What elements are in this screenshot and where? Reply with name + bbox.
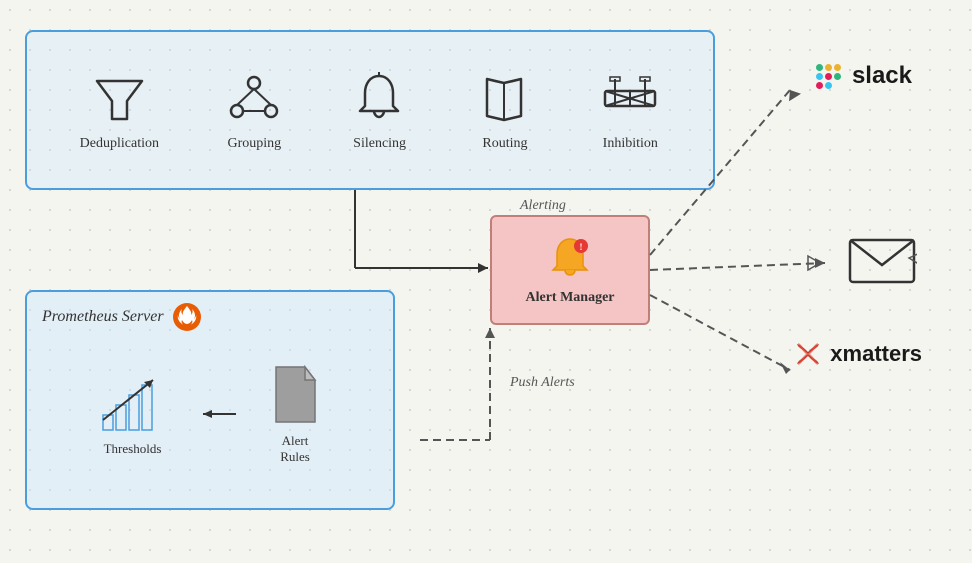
feature-routing: Routing [475,68,535,152]
inhibition-icon [600,68,660,128]
thresholds-label: Thresholds [104,441,162,457]
thresholds-chart-icon [98,370,168,435]
silencing-label: Silencing [353,136,406,152]
prometheus-box: Prometheus Server Thresholds [25,290,395,510]
feature-silencing: Silencing [350,68,410,152]
alertmanager-box: ! Alert Manager [490,215,650,325]
email-icon-svg [847,230,917,285]
prometheus-content: Thresholds AlertRules [27,362,393,465]
grouping-label: Grouping [227,136,281,152]
deduplication-icon [89,68,149,128]
deduplication-label: Deduplication [80,136,159,152]
email-icon [847,230,917,290]
alert-rules-label: AlertRules [280,433,310,465]
slack-label-text: slack [852,62,912,90]
feature-grouping: Grouping [224,68,284,152]
feature-inhibition: Inhibition [600,68,660,152]
alert-rules-icon [268,362,323,427]
alert-rules-item: AlertRules [268,362,323,465]
routing-label: Routing [482,136,527,152]
slack-icon [812,60,844,92]
feature-deduplication: Deduplication [80,68,159,152]
alertmanager-icon: ! [545,234,595,284]
threshold-arrow-icon [198,404,238,424]
silencing-icon [350,68,410,128]
xmatters-icon [794,340,822,368]
xmatters-label-text: xmatters [830,341,922,367]
alerting-label: Alerting [520,198,566,214]
push-alerts-label: Push Alerts [510,375,575,391]
xmatters-integration: xmatters [794,340,922,368]
alertmanager-title: Alert Manager [525,290,614,306]
prometheus-title: Prometheus Server [42,308,164,326]
svg-text:!: ! [580,242,583,252]
thresholds-item: Thresholds [98,370,168,457]
features-box: Deduplication Grouping Si [25,30,715,190]
prometheus-icon [172,302,202,332]
inhibition-label: Inhibition [603,136,658,152]
prometheus-header: Prometheus Server [27,292,393,342]
routing-icon [475,68,535,128]
grouping-icon [224,68,284,128]
slack-integration: slack [812,60,912,92]
